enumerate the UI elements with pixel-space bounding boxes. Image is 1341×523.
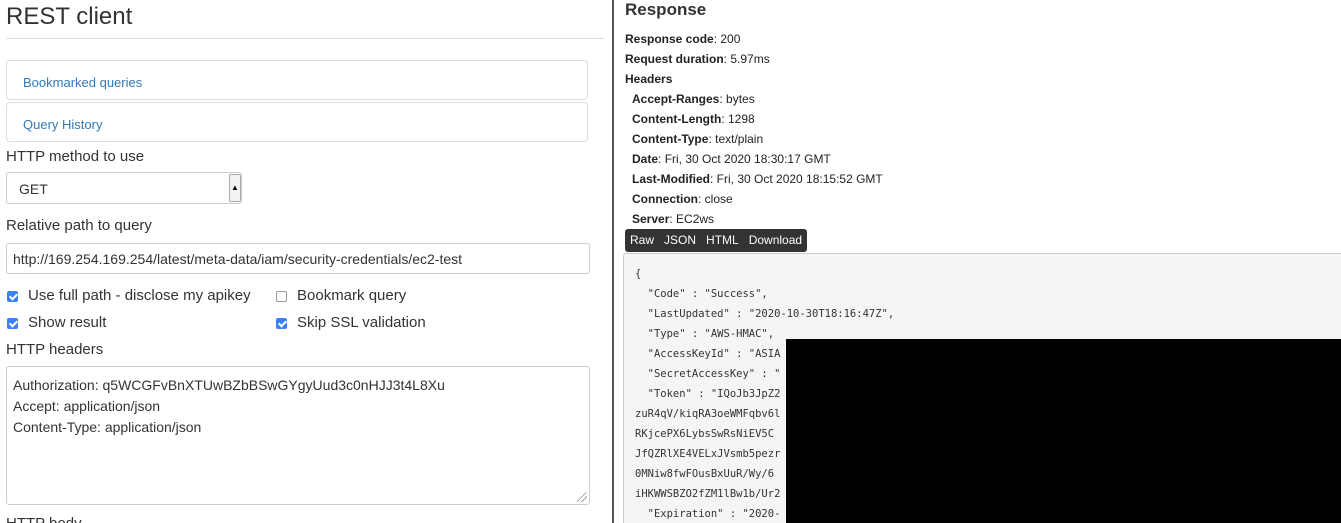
header-row: Connection: close [632,192,733,206]
raw-button[interactable]: Raw [625,229,659,252]
http-headers-textarea[interactable]: Authorization: q5WCGFvBnXTUwBZbBSwGYgyUu… [6,366,590,505]
header-value: 1298 [727,112,755,126]
http-body-label: HTTP body [6,515,82,523]
show-result-checkbox[interactable]: Show result [7,314,106,332]
skip-ssl-label: Skip SSL validation [297,314,426,331]
bookmark-query-checkbox[interactable]: Bookmark query [276,287,406,305]
header-row: Date: Fri, 30 Oct 2020 18:30:17 GMT [632,152,831,166]
download-button[interactable]: Download [744,229,807,252]
header-name: Last-Modified [632,172,710,186]
use-full-path-label: Use full path - disclose my apikey [28,287,251,304]
relative-path-input[interactable] [6,243,590,274]
response-title: Response [625,0,707,19]
query-history-link[interactable]: Query History [23,117,102,132]
header-value: Fri, 30 Oct 2020 18:15:52 GMT [716,172,883,186]
header-name: Connection [632,192,698,206]
json-button[interactable]: JSON [659,229,701,252]
request-duration-label: Request duration [625,52,724,66]
header-name: Accept-Ranges [632,92,720,106]
bookmarked-queries-panel[interactable]: Bookmarked queries [6,60,588,100]
header-value: text/plain [715,132,764,146]
format-button-group: Raw JSON HTML Download [625,229,808,252]
resize-grip-icon[interactable] [577,492,587,502]
response-code-row: Response code: 200 [625,32,741,46]
code-line: "LastUpdated" : "2020-10-30T18:16:47Z", [635,308,895,320]
checkbox-unchecked-icon[interactable] [276,290,287,302]
response-code-label: Response code [625,32,714,46]
http-method-label: HTTP method to use [6,148,145,165]
response-code-value: 200 [720,32,741,46]
checkbox-checked-icon[interactable] [276,317,287,329]
http-method-select[interactable]: GET ▲ [6,172,242,204]
header-name: Content-Length [632,112,722,126]
header-row: Server: EC2ws [632,212,715,226]
header-value: Fri, 30 Oct 2020 18:30:17 GMT [664,152,831,166]
page-title: REST client [6,3,133,30]
header-name: Content-Type [632,132,709,146]
header-line: Content-Type: application/json [13,419,202,435]
request-duration-row: Request duration: 5.97ms [625,52,770,66]
header-value: bytes [726,92,755,106]
title-divider [6,38,604,39]
header-line: Accept: application/json [13,398,161,414]
select-arrow-icon[interactable]: ▲ [229,174,241,202]
header-row: Accept-Ranges: bytes [632,92,755,106]
show-result-label: Show result [28,314,107,331]
code-line: { [635,268,642,280]
header-row: Content-Length: 1298 [632,112,755,126]
header-value: EC2ws [676,212,715,226]
request-panel: REST client Bookmarked queries Query His… [0,0,604,523]
headers-title: Headers [625,72,673,86]
header-value: close [704,192,733,206]
checkbox-checked-icon[interactable] [7,290,18,302]
header-name: Date [632,152,659,166]
relative-path-label: Relative path to query [6,217,152,234]
redaction-block [786,339,1341,523]
request-duration-value: 5.97ms [730,52,770,66]
query-history-panel[interactable]: Query History [6,102,588,142]
header-name: Server [632,212,670,226]
skip-ssl-checkbox[interactable]: Skip SSL validation [276,314,426,332]
code-line: "Code" : "Success", [635,288,768,300]
header-line: Authorization: q5WCGFvBnXTUwBZbBSwGYgyUu… [13,377,445,393]
checkbox-checked-icon[interactable] [7,317,18,329]
http-headers-label: HTTP headers [6,341,104,358]
header-row: Content-Type: text/plain [632,132,764,146]
bookmarked-queries-link[interactable]: Bookmarked queries [23,75,142,90]
html-button[interactable]: HTML [701,229,744,252]
bookmark-query-label: Bookmark query [297,287,407,304]
use-full-path-checkbox[interactable]: Use full path - disclose my apikey [7,287,251,305]
http-method-value: GET [19,181,48,197]
header-row: Last-Modified: Fri, 30 Oct 2020 18:15:52… [632,172,883,186]
